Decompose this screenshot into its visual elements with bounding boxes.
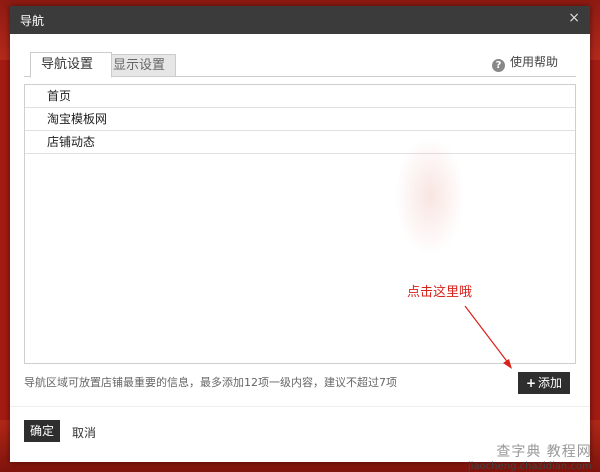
watermark-url: jiaocheng.chazidian.com [468,461,592,472]
tab-display-settings[interactable]: 显示设置 [102,54,176,77]
help-link[interactable]: ? 使用帮助 [491,53,558,72]
list-item[interactable]: 首页 [25,85,575,108]
confirm-button[interactable]: 确定 [24,420,60,442]
close-icon[interactable]: × [568,10,580,26]
nav-item-label: 店铺动态 [47,135,96,149]
help-icon: ? [491,59,505,72]
help-label: 使用帮助 [509,55,558,69]
nav-item-label: 首页 [47,89,72,103]
nav-item-label: 淘宝模板网 [47,112,108,126]
add-button-label: 添加 [538,376,563,390]
dialog-title: 导航 [20,14,45,28]
navigation-dialog: 导航 × 导航设置 显示设置 ? 使用帮助 首页 淘宝模板网 店铺动态 点击这里哦… [10,6,590,462]
tab-nav-settings[interactable]: 导航设置 [30,52,112,78]
watermark-logo: 查字典 教程网 [496,444,592,460]
add-button[interactable]: + 添加 [518,372,570,394]
list-item[interactable]: 淘宝模板网 [25,108,575,131]
nav-list-panel: 首页 淘宝模板网 店铺动态 [24,84,576,364]
watermark: 查字典 教程网 jiaocheng.chazidian.com [468,441,592,472]
footer-divider [10,406,590,407]
hint-text: 导航区域可放置店铺最重要的信息，最多添加12项一级内容，建议不超过7项 [24,376,397,389]
dialog-titlebar: 导航 × [10,6,590,34]
plus-icon: + [525,376,537,390]
cancel-button[interactable]: 取消 [72,424,96,441]
annotation-text: 点击这里哦 [407,285,473,300]
list-item[interactable]: 店铺动态 [25,131,575,154]
